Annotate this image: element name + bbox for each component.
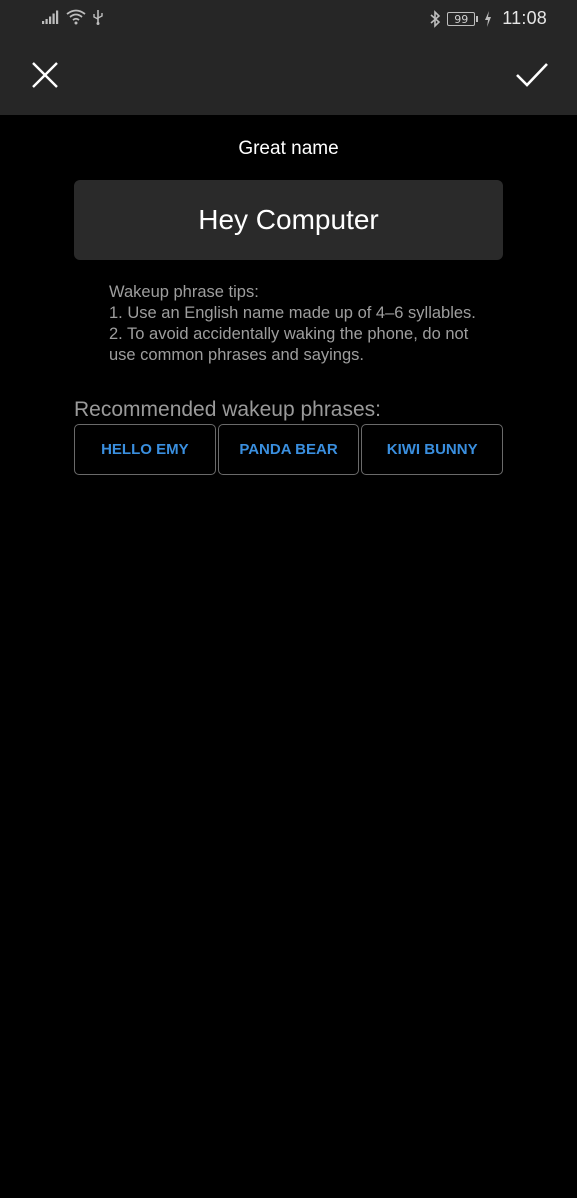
recommended-phrases: HELLO EMY PANDA BEAR KIWI BUNNY: [74, 424, 504, 475]
checkmark-icon: [515, 62, 549, 93]
tip-2: 2. To avoid accidentally waking the phon…: [109, 325, 469, 364]
wakeup-tips: Wakeup phrase tips: 1. Use an English na…: [109, 282, 489, 366]
bluetooth-icon: [429, 9, 441, 28]
wakeup-name-value: Hey Computer: [198, 204, 379, 235]
signal-icon: [42, 10, 60, 24]
tip-1: 1. Use an English name made up of 4–6 sy…: [109, 304, 476, 322]
usb-icon: [92, 9, 104, 25]
close-button[interactable]: [26, 58, 64, 96]
confirm-button[interactable]: [511, 58, 553, 96]
close-icon: [31, 61, 59, 94]
phrase-button-hello-emy[interactable]: HELLO EMY: [74, 424, 216, 475]
battery-level: 99: [447, 11, 476, 26]
wifi-icon: [66, 9, 86, 25]
status-right-icons: 99 11:08: [429, 8, 547, 29]
status-left-icons: [42, 9, 104, 25]
phrase-button-kiwi-bunny[interactable]: KIWI BUNNY: [361, 424, 504, 475]
status-time: 11:08: [502, 8, 547, 28]
recommended-label: Recommended wakeup phrases:: [74, 398, 382, 421]
name-feedback-text: Great name: [238, 138, 339, 159]
top-action-bar: [0, 38, 577, 115]
tips-title: Wakeup phrase tips:: [109, 283, 259, 301]
phrase-button-panda-bear[interactable]: PANDA BEAR: [217, 424, 360, 475]
battery-icon: 99: [447, 11, 479, 26]
status-bar: 99 11:08: [0, 0, 577, 38]
wakeup-name-field[interactable]: Hey Computer: [74, 180, 503, 260]
charging-icon: [484, 10, 492, 27]
